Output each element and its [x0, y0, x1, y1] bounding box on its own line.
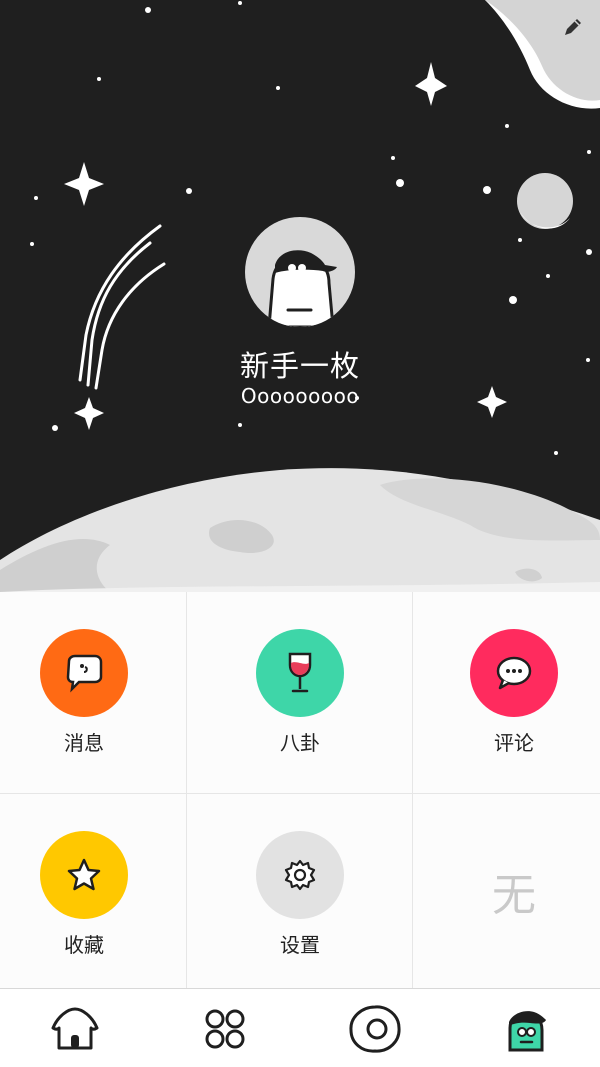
tab-profile[interactable] [450, 989, 600, 1067]
grid-divider [186, 592, 187, 988]
favorites-icon-badge [40, 831, 128, 919]
settings-icon-badge [256, 831, 344, 919]
profile-avatar-icon [508, 1010, 546, 1051]
avatar-character-icon [267, 250, 337, 327]
grid-divider [412, 592, 413, 988]
edit-profile-button[interactable] [554, 8, 592, 46]
grid-item-label: 八卦 [280, 731, 320, 755]
gear-icon [284, 859, 316, 891]
tab-discover[interactable] [150, 989, 300, 1067]
grid-icon [205, 1009, 245, 1048]
avatar[interactable] [245, 217, 355, 327]
grid-item-label: 设置 [280, 933, 320, 957]
pencil-icon [565, 19, 581, 35]
grid-item-label: 评论 [494, 731, 534, 755]
grid-item-comments[interactable]: 评论 [428, 592, 600, 793]
grid-item-empty: 无 [428, 794, 600, 988]
grid-item-messages[interactable]: 消息 [0, 592, 168, 793]
grid-item-gossip[interactable]: 八卦 [212, 592, 388, 793]
grid-item-label: 消息 [64, 731, 104, 755]
username: 新手一枚 [239, 349, 360, 383]
feature-grid: 消息 八卦 评论 收藏 设置 无 [0, 592, 600, 988]
empty-placeholder-text: 无 [492, 870, 536, 921]
profile-header: 新手一枚 Ooooooooo [0, 0, 600, 592]
tab-egg[interactable] [300, 989, 450, 1067]
grid-item-settings[interactable]: 设置 [212, 794, 388, 988]
home-icon [51, 1007, 99, 1049]
gossip-icon-badge [256, 629, 344, 717]
message-icon [66, 654, 103, 693]
wine-glass-icon [288, 652, 312, 693]
egg-icon [349, 1004, 401, 1053]
tab-home[interactable] [0, 989, 150, 1067]
comment-icon [496, 656, 532, 690]
comments-icon-badge [470, 629, 558, 717]
bottom-tab-bar [0, 988, 600, 1067]
grid-item-label: 收藏 [64, 933, 104, 957]
grid-item-favorites[interactable]: 收藏 [0, 794, 168, 988]
star-icon [67, 858, 101, 891]
user-signature: Ooooooooo [240, 384, 360, 408]
messages-icon-badge [40, 629, 128, 717]
